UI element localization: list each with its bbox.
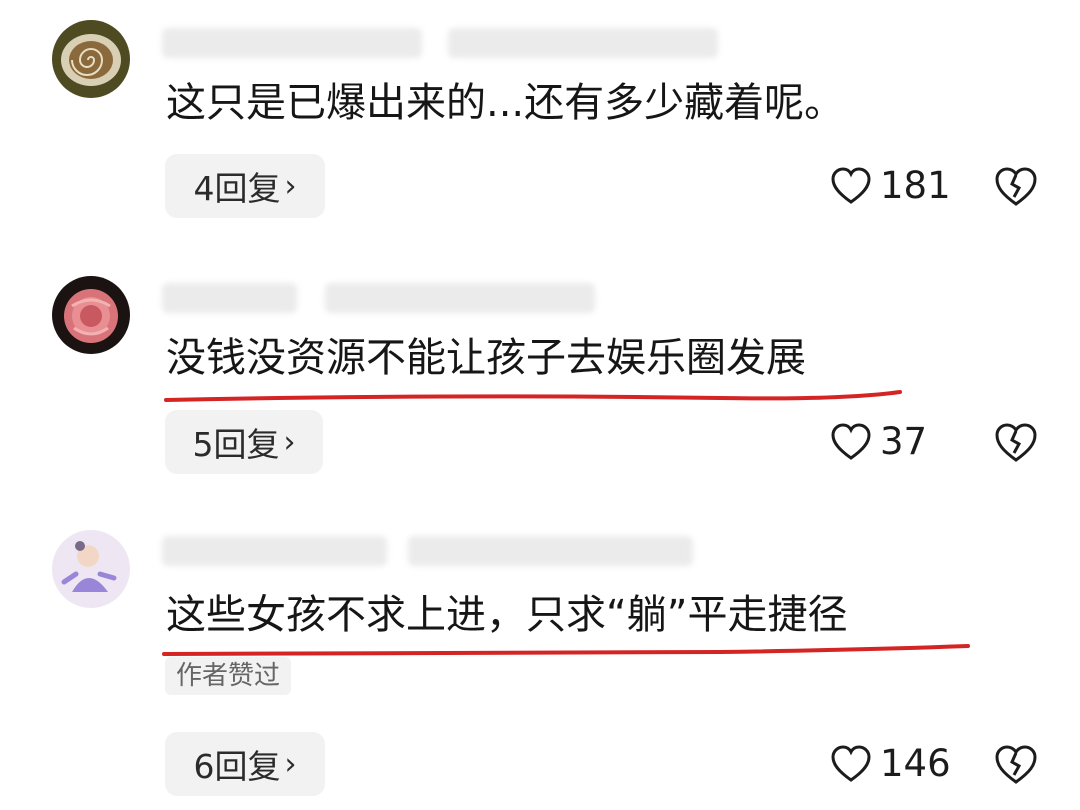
username-blurred [162, 536, 387, 566]
heart-icon [831, 422, 871, 460]
chevron-right-icon: › [284, 746, 297, 782]
like-count: 181 [880, 164, 951, 207]
username-blurred [162, 283, 297, 313]
like-count: 37 [880, 420, 928, 463]
avatar[interactable] [52, 276, 130, 354]
like-count: 146 [880, 742, 951, 785]
heart-icon [831, 166, 871, 204]
avatar[interactable] [52, 20, 130, 98]
broken-heart-icon[interactable] [993, 420, 1039, 466]
underline-mark [164, 390, 902, 402]
like-button[interactable]: 146 [830, 742, 951, 785]
replies-label: 6回复 [193, 747, 281, 786]
avatar[interactable] [52, 530, 130, 608]
replies-label: 5回复 [192, 425, 280, 464]
comment-text: 这只是已爆出来的...还有多少藏着呢。 [166, 80, 845, 126]
comment-text: 没钱没资源不能让孩子去娱乐圈发展 [166, 335, 806, 381]
broken-heart-icon[interactable] [993, 742, 1039, 788]
replies-label: 4回复 [193, 169, 281, 208]
heart-icon [831, 744, 871, 782]
meta-blurred [325, 283, 595, 313]
replies-button[interactable]: 4回复 › [165, 154, 325, 218]
replies-button[interactable]: 6回复 › [165, 732, 325, 796]
username-blurred [162, 28, 422, 58]
replies-button[interactable]: 5回复 › [165, 410, 323, 474]
broken-heart-icon[interactable] [993, 164, 1039, 210]
like-button[interactable]: 181 [830, 164, 951, 207]
comment-text: 这些女孩不求上进，只求“躺”平走捷径 [166, 592, 848, 638]
like-button[interactable]: 37 [830, 420, 927, 463]
meta-blurred [408, 536, 693, 566]
author-liked-badge: 作者赞过 [165, 657, 292, 695]
meta-blurred [448, 28, 718, 58]
chevron-right-icon: › [284, 168, 297, 204]
chevron-right-icon: › [283, 424, 296, 460]
